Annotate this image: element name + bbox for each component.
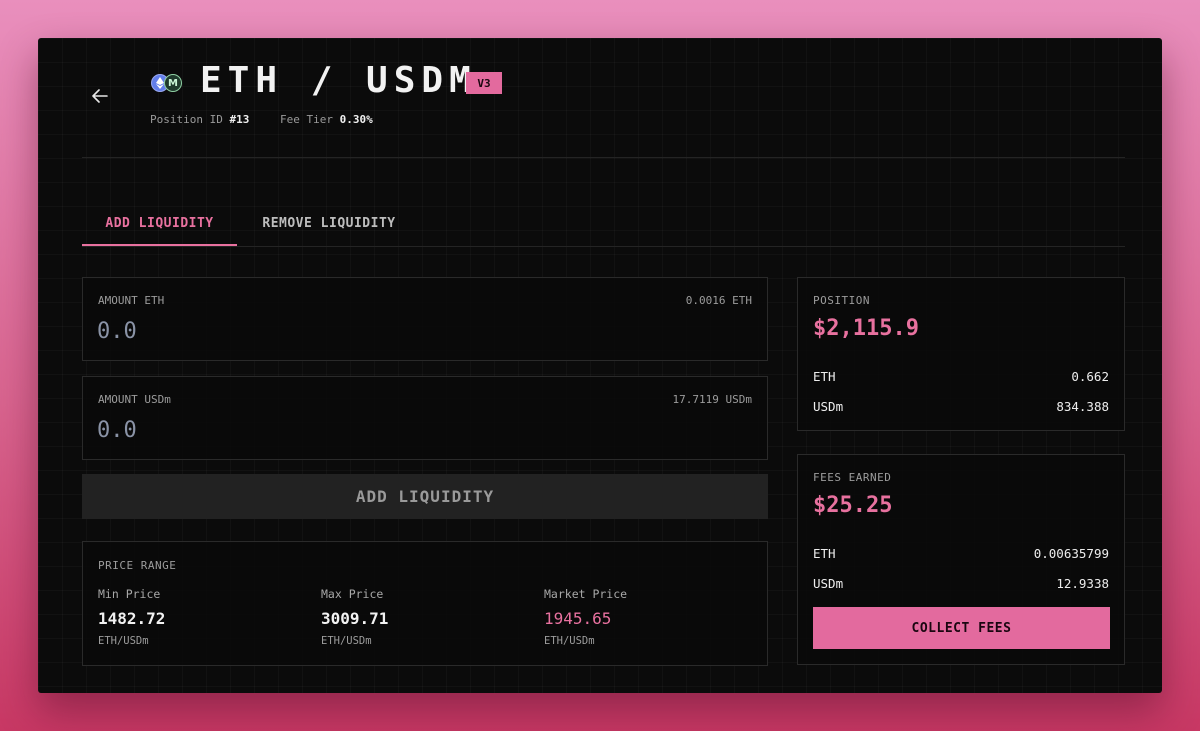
fees-total: $25.25 [813,493,893,518]
market-price-label: Market Price [544,587,628,601]
usdm-icon: M [164,74,182,92]
position-id-label: Position ID [150,113,223,126]
header-divider [82,157,1125,158]
eth-balance: 0.0016 ETH [685,294,752,307]
max-price-value: 3009.71 [321,609,389,628]
fees-token: ETH [813,546,836,561]
max-price-unit: ETH/USDm [321,635,372,647]
amount-usdm-card: AMOUNT USDm 17.7119 USDm [82,376,768,460]
market-price: Market Price 1945.65 ETH/USDm [544,587,744,647]
price-range-title: PRICE RANGE [98,559,177,572]
token-pair-icons: M [151,74,185,94]
amount-usdm-label: AMOUNT USDm [98,393,171,406]
min-price-value: 1482.72 [98,609,166,628]
amount-usdm-input[interactable] [97,415,497,445]
position-row-eth: ETH 0.662 [813,369,1109,384]
fee-tier: Fee Tier 0.30% [280,113,373,126]
fee-tier-value: 0.30% [339,113,373,126]
position-title: POSITION [813,294,870,307]
position-token: ETH [813,369,836,384]
fees-earned-card: FEES EARNED $25.25 ETH 0.00635799 USDm 1… [797,454,1125,665]
position-id: Position ID #13 [150,113,249,126]
market-price-unit: ETH/USDm [544,635,595,647]
fees-token: USDm [813,576,844,591]
position-row-usdm: USDm 834.388 [813,399,1109,414]
fees-row-usdm: USDm 12.9338 [813,576,1109,591]
position-total: $2,115.9 [813,316,919,341]
market-price-value: 1945.65 [544,609,612,628]
page-title: ETH / USDM [200,60,477,101]
fees-amount: 12.9338 [1056,576,1109,591]
min-price-label: Min Price [98,587,161,601]
amount-eth-label: AMOUNT ETH [98,294,165,307]
position-amount: 834.388 [1056,399,1109,414]
fee-tier-label: Fee Tier [280,113,333,126]
min-price: Min Price 1482.72 ETH/USDm [98,587,298,647]
usdm-balance: 17.7119 USDm [672,393,752,406]
tab-remove-liquidity[interactable]: REMOVE LIQUIDITY [244,210,414,246]
collect-fees-button[interactable]: COLLECT FEES [813,607,1110,649]
position-card: POSITION $2,115.9 ETH 0.662 USDm 834.388 [797,277,1125,431]
amount-eth-card: AMOUNT ETH 0.0016 ETH [82,277,768,361]
fees-row-eth: ETH 0.00635799 [813,546,1109,561]
position-amount: 0.662 [1071,369,1109,384]
position-id-value: #13 [229,113,250,126]
version-badge: V3 [466,72,502,94]
arrow-left-icon [92,89,108,103]
add-liquidity-button[interactable]: ADD LIQUIDITY [82,474,768,519]
tabs-divider [82,246,1125,247]
max-price: Max Price 3009.71 ETH/USDm [321,587,521,647]
position-token: USDm [813,399,844,414]
price-range-card: PRICE RANGE Min Price 1482.72 ETH/USDm M… [82,541,768,666]
liquidity-window: M ETH / USDM V3 Position ID #13 Fee Tier… [38,38,1162,693]
max-price-label: Max Price [321,587,384,601]
amount-eth-input[interactable] [97,316,497,346]
min-price-unit: ETH/USDm [98,635,149,647]
fees-earned-title: FEES EARNED [813,471,892,484]
fees-amount: 0.00635799 [1033,546,1109,561]
back-button[interactable] [88,84,112,108]
tab-add-liquidity[interactable]: ADD LIQUIDITY [82,210,237,246]
